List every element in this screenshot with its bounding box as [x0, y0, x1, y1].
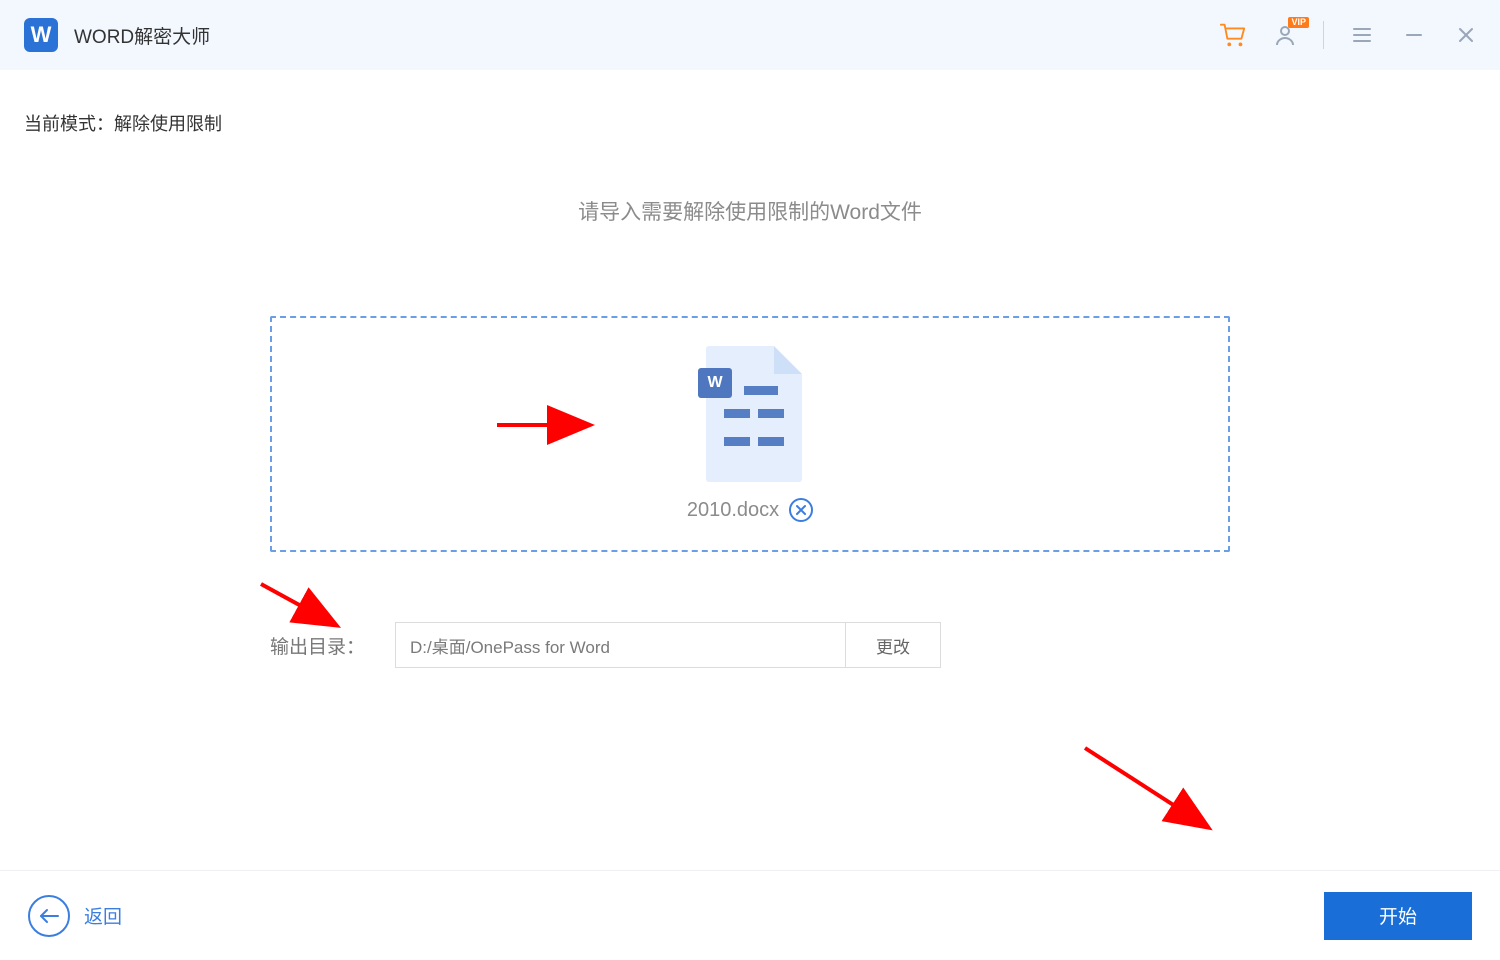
footer-bar: 返回 开始: [0, 870, 1500, 960]
cart-icon[interactable]: [1219, 21, 1247, 49]
mode-line: 当前模式：解除使用限制: [24, 110, 1476, 136]
menu-icon[interactable]: [1348, 21, 1376, 49]
output-dir-label: 输出目录：: [270, 632, 365, 659]
output-dir-input[interactable]: [395, 622, 845, 668]
titlebar-actions: VIP: [1219, 21, 1480, 49]
app-logo-letter: W: [31, 22, 52, 48]
mode-value: 解除使用限制: [114, 114, 222, 134]
app-title: WORD解密大师: [74, 22, 210, 49]
file-dropzone[interactable]: W 2010.docx: [270, 316, 1230, 552]
main-content: 当前模式：解除使用限制 请导入需要解除使用限制的Word文件 W 2010.do…: [0, 70, 1500, 668]
output-row: 输出目录： 更改: [270, 622, 1230, 668]
change-output-button[interactable]: 更改: [845, 622, 941, 668]
file-name: 2010.docx: [687, 499, 779, 522]
instruction-text: 请导入需要解除使用限制的Word文件: [24, 196, 1476, 226]
titlebar-separator: [1323, 21, 1324, 49]
mode-label: 当前模式：: [24, 114, 114, 134]
back-button-label: 返回: [84, 902, 122, 929]
file-row: 2010.docx: [687, 498, 813, 522]
remove-file-button[interactable]: [789, 498, 813, 522]
minimize-icon[interactable]: [1400, 21, 1428, 49]
annotation-arrow-icon: [1080, 740, 1220, 840]
close-icon[interactable]: [1452, 21, 1480, 49]
start-button[interactable]: 开始: [1324, 892, 1472, 940]
app-logo-icon: W: [24, 18, 58, 52]
back-button[interactable]: 返回: [28, 895, 122, 937]
word-document-icon: W: [698, 346, 802, 482]
back-arrow-icon: [28, 895, 70, 937]
vip-badge: VIP: [1288, 17, 1309, 28]
user-icon[interactable]: VIP: [1271, 21, 1299, 49]
titlebar: W WORD解密大师 VIP: [0, 0, 1500, 70]
